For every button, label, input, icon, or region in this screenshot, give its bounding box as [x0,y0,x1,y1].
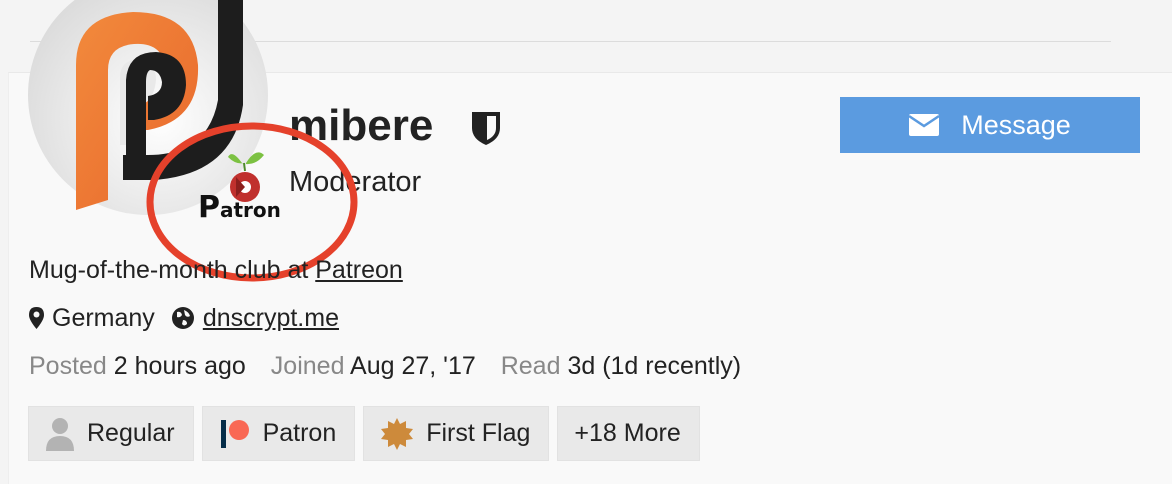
bio-text: Mug-of-the-month club at [29,256,316,284]
flag-badge-icon [381,417,414,450]
patreon-icon [220,419,249,448]
read-value: 3d (1d recently) [567,352,742,380]
message-button-label: Message [961,109,1071,140]
badge-label: Patron [262,419,337,447]
posted-label: Posted [29,352,107,380]
more-badges-button[interactable]: +18 More [557,406,700,461]
envelope-icon [909,114,940,136]
badge-label: +18 More [574,419,681,447]
location-pin-icon [29,307,44,329]
joined-label: Joined [270,352,345,380]
read-label: Read [500,352,561,380]
badge-label: First Flag [426,419,531,447]
posted-value: 2 hours ago [113,352,246,380]
user-location: Germany [52,304,155,332]
badge-list: Regular Patron First Flag +18 More [28,406,700,461]
joined-value: Aug 27, '17 [350,352,476,380]
badge-patron[interactable]: Patron [201,406,356,461]
globe-icon [171,307,194,329]
user-stats: Posted 2 hours ago Joined Aug 27, '17 Re… [29,350,759,382]
bio-patreon-link[interactable]: Patreon [315,256,403,284]
user-meta: Germany dnscrypt.me [29,302,339,334]
badge-regular[interactable]: Regular [28,406,194,461]
user-icon [46,417,74,451]
message-button[interactable]: Message [840,97,1140,153]
user-bio: Mug-of-the-month club at Patreon [29,254,403,286]
moderator-shield-icon [472,112,500,145]
badge-label: Regular [87,419,175,447]
user-website-link[interactable]: dnscrypt.me [203,302,339,334]
badge-first-flag[interactable]: First Flag [363,406,550,461]
